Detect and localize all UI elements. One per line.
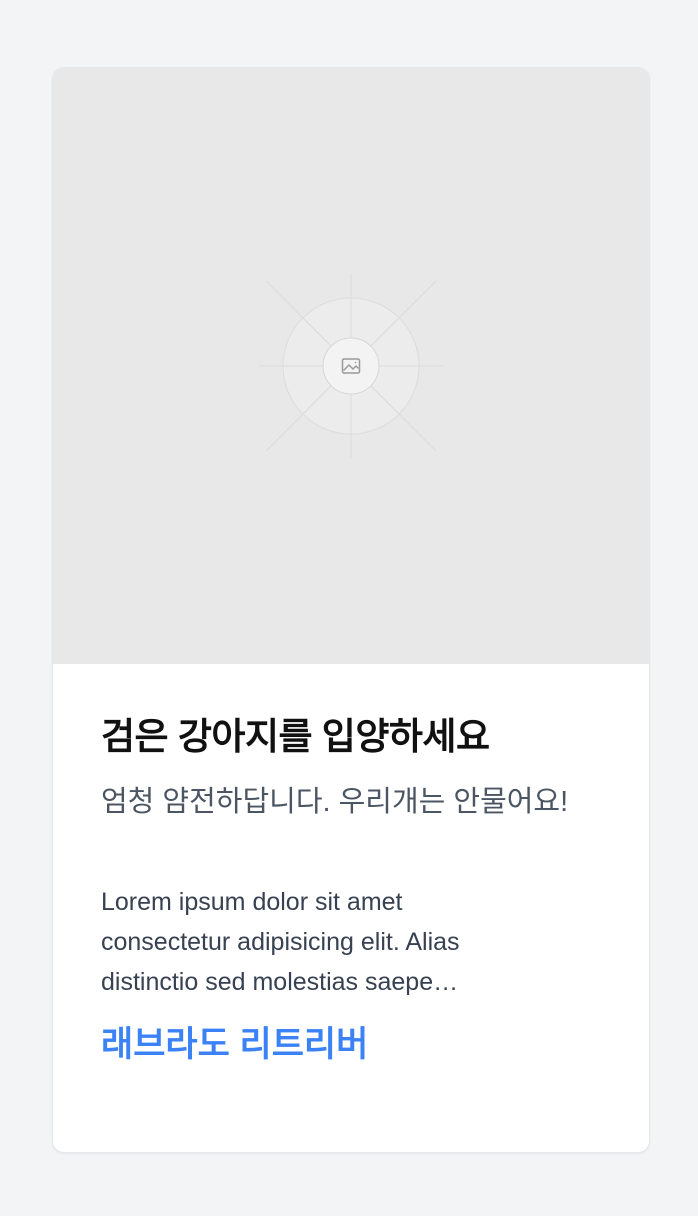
image-placeholder-graphic	[259, 274, 443, 458]
card-title: 검은 강아지를 입양하세요	[101, 716, 490, 757]
breed-link[interactable]: 래브라도 리트리버	[101, 1022, 368, 1068]
card-subtitle: 엄청 얌전하답니다. 우리개는 안물어요!	[101, 786, 569, 818]
description-line-2: consectetur adipisicing elit. Alias	[101, 928, 460, 956]
image-placeholder	[53, 68, 649, 664]
content-card: 검은 강아지를 입양하세요 엄청 얌전하답니다. 우리개는 안물어요! Lore…	[52, 67, 650, 1153]
description-line-3: distinctio sed molestias saepe…	[101, 968, 459, 996]
card-description: Lorem ipsum dolor sit amet consectetur a…	[101, 882, 601, 1002]
description-line-1: Lorem ipsum dolor sit amet	[101, 888, 403, 916]
